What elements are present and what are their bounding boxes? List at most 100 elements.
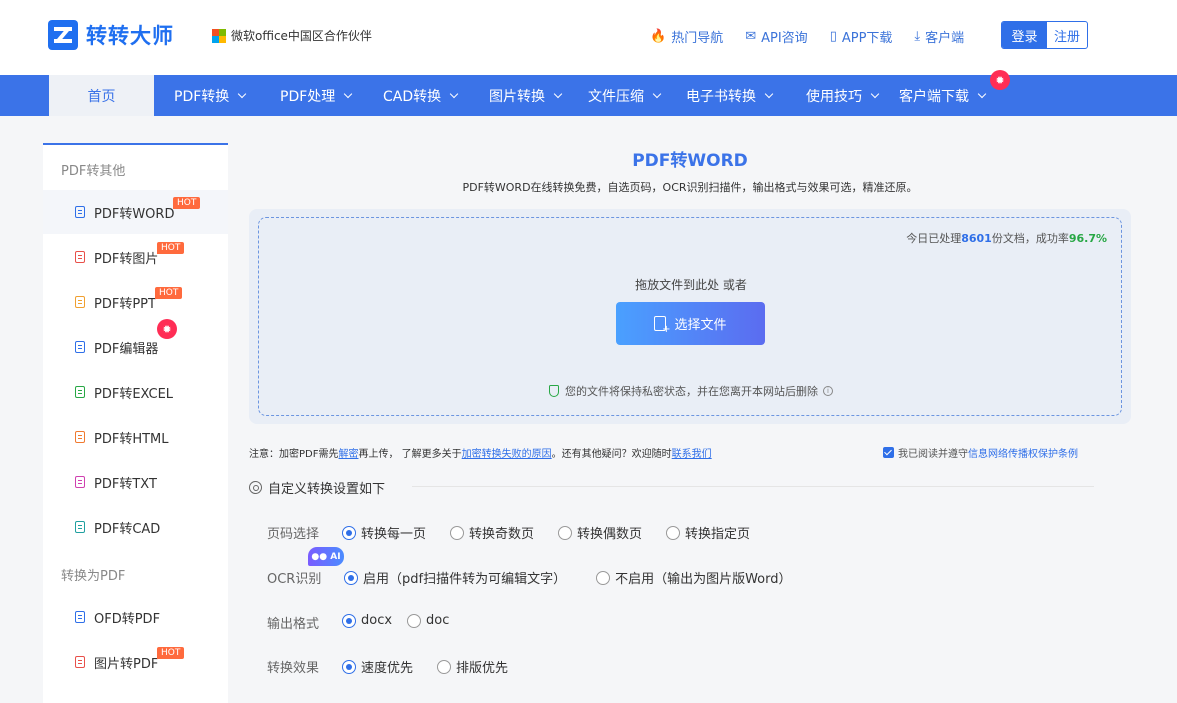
nav-label: CAD转换 (383, 88, 442, 105)
file-icon (75, 611, 85, 623)
radio-speed-priority[interactable]: 速度优先 (342, 657, 413, 676)
partner-badge: 微软office中国区合作伙伴 (212, 27, 372, 44)
nav-file-compress[interactable]: 文件压缩 (588, 75, 662, 116)
radio-button[interactable] (407, 613, 422, 628)
toplink-client[interactable]: ⤓ 客户端 (914, 27, 964, 46)
stats-rate: 96.7% (1068, 232, 1107, 245)
radio-button[interactable] (342, 659, 356, 674)
divider (412, 486, 1094, 487)
encryption-failure-link[interactable]: 加密转换失败的原因 (462, 449, 552, 460)
file-icon (75, 656, 85, 668)
radio-label: doc (426, 613, 450, 628)
ai-badge: ●● AI (308, 547, 344, 566)
monitor-icon (75, 341, 85, 353)
page-selection-group: 转换每一页 转换奇数页 转换偶数页 转换指定页 (342, 523, 774, 542)
radio-every-page[interactable]: 转换每一页 (342, 523, 426, 542)
nav-cad-convert[interactable]: CAD转换 (383, 75, 459, 116)
chevron-down-icon (449, 89, 459, 98)
radio-button[interactable] (342, 525, 356, 540)
contact-us-link[interactable]: 联系我们 (672, 449, 712, 460)
sidebar-item-pdf-to-excel[interactable]: PDF转EXCEL (43, 370, 228, 414)
radio-even-pages[interactable]: 转换偶数页 (558, 523, 642, 542)
choose-file-button[interactable]: 选择文件 (616, 302, 765, 345)
sidebar-item-pdf-to-txt[interactable]: PDF转TXT (43, 460, 228, 504)
radio-button[interactable] (450, 525, 465, 540)
sidebar-item-ofd-to-pdf[interactable]: OFD转PDF (43, 595, 228, 639)
radio-button[interactable] (558, 525, 573, 540)
toplink-label: APP下载 (841, 31, 893, 46)
notice-part: 注意：加密PDF需先 (249, 449, 339, 460)
option-label-format: 输出格式 (267, 617, 320, 632)
sidebar-item-pdf-editor[interactable]: PDF编辑器 ✹ (43, 319, 228, 369)
sidebar-item-pdf-to-ppt[interactable]: PDF转PPT HOT (43, 280, 228, 324)
nav-ebook-convert[interactable]: 电子书转换 (686, 75, 774, 116)
sidebar-item-label: PDF转HTML (94, 431, 169, 447)
sidebar-item-pdf-to-cad[interactable]: PDF转CAD (43, 505, 228, 549)
register-button[interactable]: 注册 (1047, 22, 1087, 48)
nav-client-download[interactable]: 客户端下载 (899, 75, 987, 116)
nav-tips[interactable]: 使用技巧 (806, 75, 880, 116)
phone-icon: ▯ (829, 29, 837, 44)
radio-button[interactable] (437, 659, 452, 674)
nav-pdf-process[interactable]: PDF处理 (280, 75, 353, 116)
nav-label: 文件压缩 (588, 88, 644, 105)
privacy-note: 您的文件将保持私密状态，并在您离开本网站后删除 i (259, 383, 1123, 399)
sidebar-item-pdf-to-html[interactable]: PDF转HTML (43, 415, 228, 459)
radio-button[interactable] (342, 613, 356, 628)
login-button[interactable]: 登录 (1002, 22, 1047, 48)
file-icon (75, 296, 85, 308)
file-icon (75, 521, 85, 533)
radio-layout-priority[interactable]: 排版优先 (437, 657, 508, 676)
radio-button[interactable] (666, 525, 681, 540)
nav-label: PDF转换 (174, 88, 230, 105)
toplink-app[interactable]: ▯ APP下载 (830, 27, 893, 46)
sidebar-item-label: 图片转PDF (94, 656, 159, 672)
radio-button[interactable] (596, 570, 611, 585)
brand-logo[interactable]: 转转大师 (48, 20, 174, 50)
sidebar-group-to-pdf: 转换为PDF (61, 569, 126, 584)
top-links: 🔥 热门导航 ✉ API咨询 ▯ APP下载 ⤓ 客户端 (650, 27, 986, 46)
drop-zone[interactable]: 今日已处理8601份文档，成功率96.7% 拖放文件到此处 或者 选择文件 您的… (258, 217, 1122, 416)
radio-docx[interactable]: docx (342, 613, 392, 628)
radio-button[interactable] (344, 570, 358, 585)
info-icon[interactable]: i (823, 386, 833, 396)
radio-odd-pages[interactable]: 转换奇数页 (450, 523, 534, 542)
hot-badge: HOT (157, 242, 185, 254)
radio-doc[interactable]: doc (407, 613, 449, 628)
option-label-ocr: OCR识别 (267, 572, 322, 587)
nav-pdf-convert[interactable]: PDF转换 (174, 75, 247, 116)
nav-image-convert[interactable]: 图片转换 (489, 75, 563, 116)
chevron-down-icon (238, 89, 247, 98)
top-bar: 转转大师 微软office中国区合作伙伴 🔥 热门导航 ✉ API咨询 ▯ AP… (0, 0, 1177, 75)
option-label-effect: 转换效果 (267, 661, 320, 676)
sidebar-item-label: OFD转PDF (94, 611, 161, 627)
nav-home[interactable]: 首页 (49, 75, 154, 116)
hot-badge: HOT (157, 647, 185, 659)
decrypt-link[interactable]: 解密 (338, 449, 358, 460)
sidebar-item-pdf-to-image[interactable]: PDF转图片 HOT (43, 235, 228, 279)
auth-group: 登录 注册 (1001, 21, 1088, 49)
chevron-down-icon (553, 89, 563, 98)
download-icon: ⤓ (914, 29, 921, 44)
stats-count: 8601 (961, 232, 992, 245)
agree-checkbox[interactable] (883, 447, 894, 458)
notice-text: 注意：加密PDF需先解密再上传， 了解更多关于加密转换失败的原因。还有其他疑问？… (249, 445, 712, 460)
sidebar-item-image-to-pdf[interactable]: 图片转PDF HOT (43, 640, 228, 684)
page-title: PDF转WORD (632, 151, 748, 171)
sidebar-group-pdf-to-other: PDF转其他 (61, 164, 126, 179)
radio-ocr-enable[interactable]: 启用（pdf扫描件转为可编辑文字） (344, 568, 566, 587)
radio-specified-pages[interactable]: 转换指定页 (666, 523, 750, 542)
chevron-down-icon (344, 89, 353, 98)
microsoft-icon (212, 28, 226, 43)
daily-stats: 今日已处理8601份文档，成功率96.7% (906, 230, 1107, 246)
agree-text: 我已阅读并遵守 (898, 449, 968, 460)
regulation-link[interactable]: 信息网络传播权保护条例 (968, 445, 1078, 460)
sidebar-item-pdf-to-word[interactable]: PDF转WORD HOT (43, 190, 228, 234)
toplink-api[interactable]: ✉ API咨询 (745, 27, 807, 46)
choose-file-label: 选择文件 (674, 318, 727, 333)
file-icon (75, 386, 85, 398)
toplink-hot-nav[interactable]: 🔥 热门导航 (650, 27, 723, 46)
radio-ocr-disable[interactable]: 不启用（输出为图片版Word） (596, 568, 792, 587)
radio-label: 不启用（输出为图片版Word） (615, 572, 792, 587)
ai-label: AI (330, 551, 341, 562)
